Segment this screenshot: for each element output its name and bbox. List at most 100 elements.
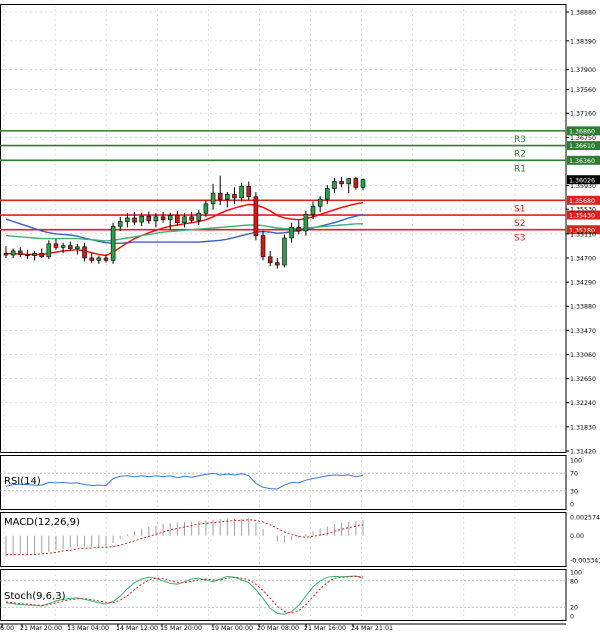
panel-frame-stoch [0, 569, 567, 621]
y-tick-label: 1.33880 [570, 304, 596, 311]
level-price-label: 1.36610 [569, 143, 595, 150]
rsi-y-label: 70 [570, 471, 578, 478]
candle-bullish [325, 188, 330, 200]
candle-bullish [210, 192, 216, 205]
x-tick-label: 21 Mar 20:00 [20, 625, 62, 632]
candle-bullish [139, 215, 144, 223]
candle-bullish [96, 257, 102, 261]
candle-bullish [75, 246, 80, 249]
candle-bullish [196, 212, 202, 221]
grid-layer [0, 4, 567, 620]
indicator-lines [0, 472, 566, 615]
rsi-y-label: 0 [570, 502, 574, 509]
y-tick-label: 1.34290 [570, 280, 596, 287]
candle-bearish [18, 250, 23, 255]
level-name-label: S2 [514, 219, 525, 229]
y-tick-label: 1.32650 [570, 376, 596, 383]
macd-panel-title: MACD(12,26,9) [4, 517, 80, 528]
level-price-label: 1.35680 [569, 198, 595, 205]
candle-bearish [253, 196, 259, 236]
candle-bearish [217, 192, 223, 200]
candle-bearish [246, 185, 252, 198]
candle-bullish [110, 225, 116, 261]
candle-bullish [182, 216, 187, 223]
candle-bearish [175, 215, 180, 223]
stoch-y-label: 80 [570, 578, 578, 585]
y-tick-label: 1.35930 [570, 183, 596, 190]
candle-bullish [360, 179, 366, 188]
rsi-y-label: 30 [570, 488, 578, 495]
y-axis-labels: 1.38880 1.38390 1.37900 1.37560 1.37160 1.367… [566, 10, 600, 621]
x-tick-label: 14 Mar 12:00 [116, 625, 158, 632]
level-price-label: 1.35430 [569, 213, 595, 220]
panel-frame-rsi [0, 455, 567, 510]
candle-bullish [225, 194, 230, 200]
level-name-label: R2 [514, 150, 526, 160]
level-name-label: R3 [514, 135, 526, 145]
rsi-y-label: 100 [570, 458, 582, 465]
y-tick-label: 1.38390 [570, 38, 596, 45]
rsi-line [5, 472, 364, 490]
y-tick-label: 1.31830 [570, 424, 596, 431]
candle-bearish [275, 262, 280, 266]
candle-bullish [317, 198, 323, 207]
chart-root: 1.36860R31.36610R21.36360R11.35680S11.35… [0, 4, 600, 632]
y-tick-label: 1.32240 [570, 400, 596, 407]
stoch-y-label: 100 [570, 570, 582, 577]
y-tick-label: 1.35530 [570, 207, 596, 214]
candle-bullish [239, 185, 244, 199]
y-tick-label: 1.37560 [570, 87, 596, 94]
level-name-label: S1 [514, 204, 525, 214]
candle-bullish [167, 215, 173, 221]
candle-bullish [117, 221, 123, 227]
candle-bullish [153, 216, 159, 222]
candle-bullish [60, 245, 66, 248]
y-tick-label: 1.36750 [570, 135, 596, 142]
y-tick-label: 1.33470 [570, 328, 596, 335]
candle-bearish [25, 254, 30, 256]
x-tick-label: 19 Mar 00:00 [211, 625, 253, 632]
candle-bearish [189, 216, 194, 221]
x-tick-label: 20 Mar 08:00 [257, 625, 299, 632]
candle-bearish [232, 194, 237, 199]
y-tick-label: 1.31420 [570, 449, 596, 456]
candle-bearish [160, 216, 166, 221]
candle-bearish [82, 246, 87, 259]
x-tick-label: 13 Mar 04:00 [67, 625, 109, 632]
candle-bullish [32, 252, 37, 256]
rsi-panel-title: RSI(14) [4, 476, 41, 487]
candle-bearish [260, 235, 266, 258]
candle-bearish [339, 181, 344, 185]
y-tick-label: 1.38880 [570, 10, 596, 17]
level-lines: 1.36860R31.36610R21.36360R11.35680S11.35… [0, 126, 600, 244]
y-tick-label: 1.37160 [570, 111, 596, 118]
stoch-y-label: 20 [570, 605, 578, 612]
candle-bearish [267, 256, 273, 263]
candle-bearish [132, 217, 137, 223]
y-tick-label: 1.37900 [570, 67, 596, 74]
candle-bearish [89, 257, 94, 261]
x-tick-label: 21 Mar 16:00 [304, 625, 346, 632]
candle-bearish [39, 252, 44, 258]
x-tick-label: 15 Mar 20:00 [160, 625, 202, 632]
candle-bullish [332, 181, 337, 189]
candle-bullish [10, 250, 16, 256]
candle-bullish [346, 178, 351, 185]
x-tick-label: 24 Mar 21:01 [351, 625, 393, 632]
x-tick-label: 6:00 [0, 625, 14, 632]
macd-y-label: 0.00 [570, 533, 584, 540]
candle-bullish [289, 227, 294, 239]
macd-y-label: 0.002574 [570, 515, 600, 522]
candle-bearish [67, 245, 73, 249]
panel-frame-macd [0, 512, 567, 567]
macd-y-label: -0.003341 [570, 558, 600, 565]
level-name-label: S3 [514, 234, 525, 244]
candle-bearish [353, 178, 359, 188]
candle-bearish [3, 252, 9, 256]
y-tick-label: 1.34700 [570, 255, 596, 262]
candle-bullish [310, 205, 316, 215]
candle-bullish [203, 203, 209, 214]
stoch-y-label: 0 [570, 614, 574, 621]
candle-bullish [125, 217, 130, 222]
candle-bearish [296, 227, 302, 232]
